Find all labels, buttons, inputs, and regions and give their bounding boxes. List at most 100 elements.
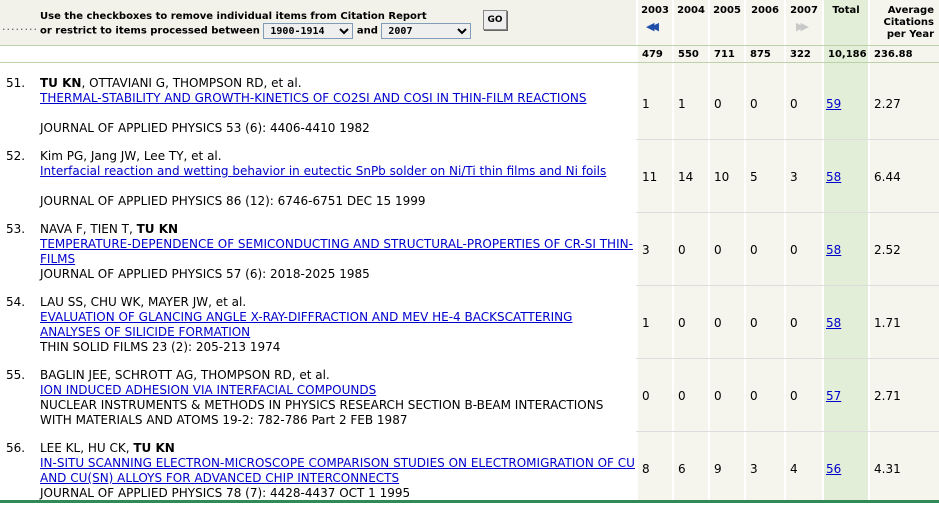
average-citations: 2.52 [874,243,901,257]
total-citations-link[interactable]: 58 [826,170,841,185]
record-source: THIN SOLID FILMS 23 (2): 205-213 1974 [40,340,281,354]
instruction-line-2-prefix: or restrict to items processed between [40,25,260,37]
total-header: Total [832,5,860,16]
year-header-2004: 2004 [677,5,705,16]
year-count-2006: 0 [750,97,758,111]
record-title-link[interactable]: TEMPERATURE-DEPENDENCE OF SEMICONDUCTING… [40,237,635,267]
year-count-2007: 0 [790,97,798,111]
year-count-2003: 3 [642,243,650,257]
instruction-and: and [356,25,378,37]
record-number: 55. [6,368,26,382]
row-divider [636,358,939,359]
record-row: 52. Kim PG, Jang JW, Lee TY, et al. Interf… [0,141,939,213]
year-count-2007: 0 [790,389,798,403]
average-citations: 2.27 [874,97,901,111]
from-year-select[interactable]: 1900-1914 [263,23,354,39]
record-title-link[interactable]: EVALUATION OF GLANCING ANGLE X-RAY-DIFFR… [40,310,635,340]
year-count-2007: 0 [790,316,798,330]
to-year-select[interactable]: 2007 [381,23,472,39]
next-years-arrow-icon: ▶▶ [796,20,809,33]
year-count-2003: 0 [642,389,650,403]
record-title-link[interactable]: ION INDUCED ADHESION VIA INTERFACIAL COM… [40,383,635,398]
instruction-line-2: or restrict to items processed between 1… [40,23,472,39]
year-count-2006: 3 [750,462,758,476]
summary-row: 479 550 711 875 322 10,186 236.88 [0,46,939,62]
sum-2004: 550 [678,49,699,60]
year-count-2003: 8 [642,462,650,476]
sum-average: 236.88 [874,49,913,60]
year-count-2004: 0 [678,316,686,330]
record-row: 53. NAVA F, TIEN T, TU KN TEMPERATURE-DEPE… [0,214,939,286]
row-divider [636,431,939,432]
year-count-2004: 6 [678,462,686,476]
row-divider [636,139,939,140]
summary-divider [0,62,939,63]
record-authors-leading: NAVA F, TIEN T, [40,222,137,236]
year-count-2007: 3 [790,170,798,184]
record-row: 55. BAGLIN JEE, SCHROTT AG, THOMPSON RD, … [0,360,939,432]
total-citations-link[interactable]: 58 [826,243,841,258]
average-citations: 1.71 [874,316,901,330]
year-count-2005: 10 [714,170,730,184]
average-header-line-2: Citations [883,17,934,28]
record-row: 54. LAU SS, CHU WK, MAYER JW, et al. EVALU… [0,287,939,359]
record-title-link[interactable]: THERMAL-STABILITY AND GROWTH-KINETICS OF… [40,91,635,106]
year-count-2004: 0 [678,389,686,403]
record-authors-leading: LEE KL, HU CK, [40,441,134,455]
average-citations: 4.31 [874,462,901,476]
year-count-2005: 0 [714,243,722,257]
filter-instructions: Use the checkboxes to remove individual … [40,10,472,39]
record-row: 51. TU KN, OTTAVIANI G, THOMPSON RD, et a… [0,68,939,140]
total-citations-link[interactable]: 56 [826,462,841,477]
year-header-2005: 2005 [713,5,741,16]
average-header: Average Citations per Year [870,5,939,41]
record-author-highlight: TU KN [133,441,175,455]
year-count-2003: 1 [642,97,650,111]
record-number: 52. [6,149,26,163]
record-source: NUCLEAR INSTRUMENTS & METHODS IN PHYSICS… [40,398,604,427]
record-authors: Kim PG, Jang JW, Lee TY, et al. [40,149,222,164]
total-citations-link[interactable]: 58 [826,316,841,331]
average-header-line-3: per Year [886,29,934,40]
year-header-2007: 2007 [790,5,818,16]
year-count-2005: 0 [714,97,722,111]
record-number: 54. [6,295,26,309]
year-count-2007: 0 [790,243,798,257]
record-title-link[interactable]: Interfacial reaction and wetting behavio… [40,164,635,179]
record-author-highlight: TU KN [136,222,179,236]
record-authors-rest: LAU SS, CHU WK, MAYER JW, et al. [40,295,247,309]
year-count-2004: 0 [678,243,686,257]
instruction-line-1: Use the checkboxes to remove individual … [40,11,427,22]
year-count-2003: 1 [642,316,650,330]
record-number: 51. [6,76,26,90]
select-all-dots: ........ [2,20,38,33]
record-source: JOURNAL OF APPLIED PHYSICS 57 (6): 2018-… [40,267,370,281]
year-count-2005: 0 [714,316,722,330]
year-count-2007: 4 [790,462,798,476]
year-count-2005: 0 [714,389,722,403]
sum-2006: 875 [750,49,771,60]
record-authors: TU KN, OTTAVIANI G, THOMPSON RD, et al. [40,76,302,91]
sum-2005: 711 [714,49,735,60]
year-header-2003: 2003 [641,5,669,16]
row-divider [636,212,939,213]
record-number: 53. [6,222,26,236]
record-title-link[interactable]: IN-SITU SCANNING ELECTRON-MICROSCOPE COM… [40,456,635,486]
record-authors-rest: BAGLIN JEE, SCHROTT AG, THOMPSON RD, et … [40,368,330,382]
record-authors: BAGLIN JEE, SCHROTT AG, THOMPSON RD, et … [40,368,330,383]
total-citations-link[interactable]: 57 [826,389,841,404]
record-authors: LEE KL, HU CK, TU KN [40,441,175,456]
go-button[interactable]: GO [483,10,507,30]
average-header-line-1: Average [887,5,934,16]
record-number: 56. [6,441,26,455]
year-count-2004: 14 [678,170,694,184]
record-authors-rest: Kim PG, Jang JW, Lee TY, et al. [40,149,222,163]
sum-total: 10,186 [828,49,867,60]
total-citations-link[interactable]: 59 [826,97,841,112]
bottom-border [0,500,939,503]
record-row: 56. LEE KL, HU CK, TU KN IN-SITU SCANNING … [0,433,939,505]
record-source: JOURNAL OF APPLIED PHYSICS 86 (12): 6746… [40,194,426,208]
record-authors: LAU SS, CHU WK, MAYER JW, et al. [40,295,246,310]
year-count-2006: 0 [750,316,758,330]
previous-years-arrow-icon[interactable]: ◀◀ [646,20,659,34]
